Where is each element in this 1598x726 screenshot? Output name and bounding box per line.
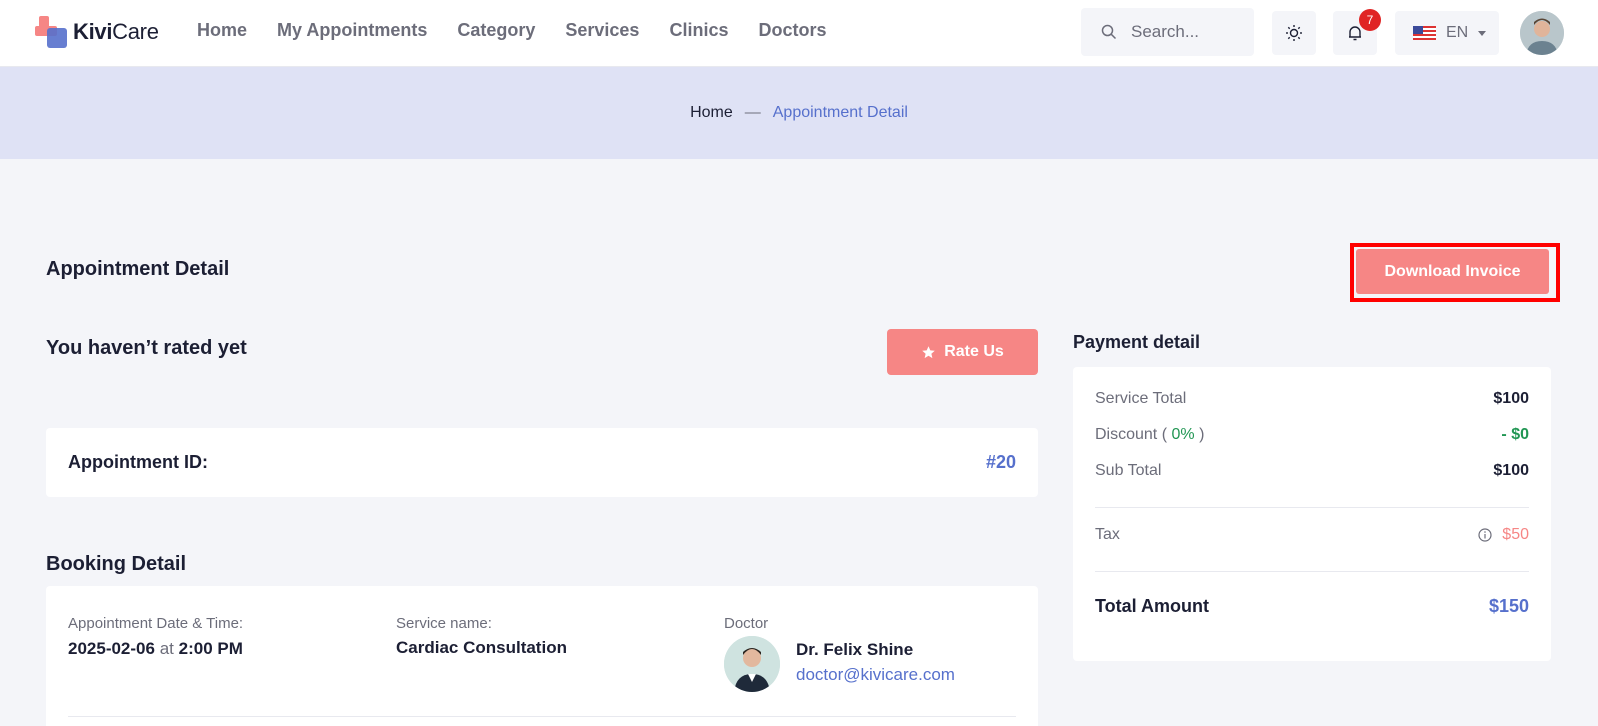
doctor-avatar-image (724, 636, 780, 692)
download-invoice-button[interactable]: Download Invoice (1356, 249, 1549, 294)
breadcrumb-current: Appointment Detail (772, 104, 908, 121)
tax-label: Tax (1095, 526, 1120, 543)
datetime-value: 2025-02-06 at 2:00 PM (68, 639, 243, 659)
doctor-avatar (724, 636, 780, 692)
user-avatar[interactable] (1520, 11, 1564, 55)
doctor-name: Dr. Felix Shine (796, 640, 914, 659)
rate-us-button[interactable]: Rate Us (887, 329, 1038, 375)
payment-detail-title: Payment detail (1073, 332, 1201, 352)
chevron-down-icon (1478, 30, 1487, 36)
info-icon[interactable] (1478, 528, 1492, 542)
brand-logo[interactable]: KiviCare (35, 16, 159, 48)
tax-row: Tax $50 (1095, 526, 1529, 544)
discount-value: - $0 (1501, 426, 1529, 443)
service-total-value: $100 (1493, 390, 1529, 407)
booking-detail-card: Appointment Date & Time: 2025-02-06 at 2… (46, 586, 1038, 726)
total-row: Total Amount $150 (1095, 596, 1529, 617)
breadcrumb-home[interactable]: Home (690, 104, 733, 122)
at-text: at (159, 639, 174, 658)
nav-my-appointments[interactable]: My Appointments (277, 20, 427, 41)
appointment-id-card: Appointment ID: #20 (46, 428, 1038, 497)
nav-category[interactable]: Category (457, 20, 535, 41)
service-label: Service name: (396, 615, 492, 632)
doctor-email-link[interactable]: doctor@kivicare.com (796, 665, 955, 685)
divider (1095, 571, 1529, 572)
rate-us-label: Rate Us (944, 343, 1004, 360)
divider (68, 716, 1016, 717)
divider (1095, 507, 1529, 508)
rating-title: You haven’t rated yet (46, 337, 247, 359)
logo-icon (35, 16, 67, 48)
subtotal-row: Sub Total $100 (1095, 462, 1529, 480)
subtotal-value: $100 (1493, 462, 1529, 479)
appointment-date: 2025-02-06 (68, 639, 155, 658)
appointment-time: 2:00 PM (178, 639, 243, 658)
notification-count-badge: 7 (1359, 9, 1381, 31)
service-total-label: Service Total (1095, 390, 1187, 407)
user-avatar-image (1520, 11, 1564, 55)
sun-icon (1286, 25, 1302, 41)
notifications-button[interactable]: 7 (1333, 9, 1381, 55)
discount-label: Discount ( 0% ) (1095, 426, 1205, 443)
tax-value-group: $50 (1478, 526, 1529, 544)
service-value: Cardiac Consultation (396, 638, 567, 657)
search-input[interactable] (1131, 22, 1241, 42)
us-flag-icon (1413, 26, 1436, 40)
nav-services[interactable]: Services (565, 20, 639, 41)
main-nav: Home My Appointments Category Services C… (197, 20, 827, 41)
nav-home[interactable]: Home (197, 20, 247, 41)
payment-detail-card: Service Total $100 Discount ( 0% ) - $0 … (1073, 367, 1551, 661)
language-selector[interactable]: EN (1395, 11, 1499, 55)
breadcrumb-separator: — (744, 104, 761, 121)
search-box[interactable] (1081, 8, 1254, 56)
doctor-label: Doctor (724, 615, 769, 632)
appointment-id-label: Appointment ID: (68, 452, 208, 472)
booking-detail-title: Booking Detail (46, 553, 187, 575)
breadcrumb: Home — Appointment Detail (0, 67, 1598, 159)
top-header: KiviCare Home My Appointments Category S… (0, 0, 1598, 67)
theme-toggle-button[interactable] (1272, 11, 1316, 55)
nav-clinics[interactable]: Clinics (669, 20, 728, 41)
datetime-label: Appointment Date & Time: (68, 615, 244, 632)
discount-percent: 0% (1171, 426, 1195, 443)
tax-value: $50 (1502, 526, 1529, 543)
discount-row: Discount ( 0% ) - $0 (1095, 426, 1529, 444)
total-amount-value: $150 (1488, 596, 1529, 616)
appointment-id-value: #20 (985, 452, 1016, 472)
star-icon (922, 345, 935, 358)
search-icon (1101, 24, 1117, 40)
language-label: EN (1446, 24, 1469, 41)
nav-doctors[interactable]: Doctors (758, 20, 826, 41)
page-title: Appointment Detail (46, 258, 230, 280)
service-total-row: Service Total $100 (1095, 390, 1529, 408)
total-amount-label: Total Amount (1095, 596, 1209, 616)
subtotal-label: Sub Total (1095, 462, 1162, 479)
brand-name: KiviCare (73, 19, 159, 44)
